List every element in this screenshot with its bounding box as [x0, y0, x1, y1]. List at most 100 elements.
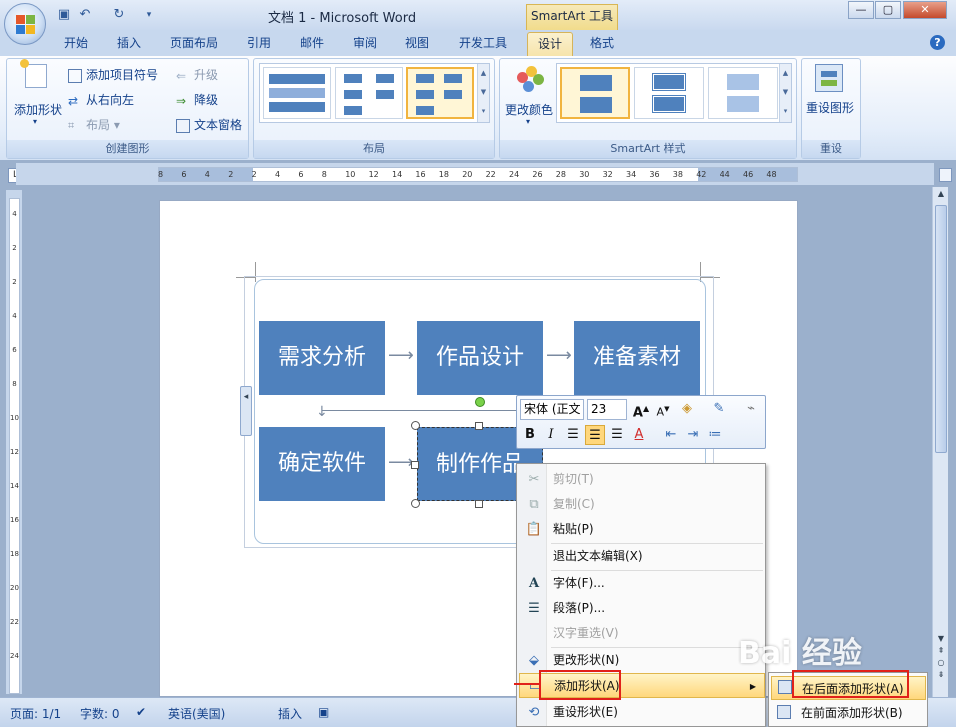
style-thumb-3[interactable]	[708, 67, 778, 119]
italic-icon[interactable]: I	[541, 425, 561, 445]
style-thumb-2[interactable]	[634, 67, 704, 119]
style-thumb-1-selected[interactable]	[560, 67, 630, 119]
ruler-number: 14	[392, 170, 403, 179]
grow-font-icon[interactable]: A▲	[631, 399, 651, 420]
add-shape-dropdown-icon[interactable]: ▾	[33, 117, 37, 126]
save-icon[interactable]: ▣	[55, 6, 73, 24]
scroll-up-icon[interactable]: ▲	[935, 189, 947, 203]
menu-item-paste[interactable]: 📋 粘贴(P)	[519, 517, 765, 542]
align-center-icon[interactable]: ☰	[585, 425, 605, 445]
layout-thumb-2[interactable]	[335, 67, 403, 119]
flow-arrow-icon: ⟶	[388, 452, 414, 473]
menu-item-copy[interactable]: ⧉ 复制(C)	[519, 492, 765, 517]
align-right-icon[interactable]: ☰	[607, 425, 627, 445]
insert-mode[interactable]: 插入	[278, 705, 302, 722]
layout-thumb-1[interactable]	[263, 67, 331, 119]
resize-handle[interactable]	[411, 499, 420, 508]
font-color-icon[interactable]: A	[629, 425, 649, 445]
bold-icon[interactable]: B	[520, 425, 540, 445]
shrink-font-icon[interactable]: A▼	[653, 399, 673, 419]
minimize-button[interactable]: —	[848, 1, 874, 19]
format-painter-icon[interactable]: ⌁	[741, 399, 761, 419]
layout-button[interactable]: ⌗ 布局 ▾	[68, 116, 120, 133]
ruler-number: 24	[509, 170, 520, 179]
resize-handle[interactable]	[475, 500, 483, 508]
redo-icon[interactable]: ↻	[110, 6, 128, 24]
ruler-number: 16	[10, 516, 19, 524]
tab-page-layout[interactable]: 页面布局	[160, 32, 228, 56]
fill-color-icon[interactable]: ◈	[677, 399, 697, 419]
ruler-number: 22	[10, 618, 19, 626]
language[interactable]: 英语(美国)	[168, 705, 225, 722]
proofing-icon[interactable]: ✔	[136, 705, 146, 719]
ruler-number: 28	[555, 170, 566, 179]
smartart-shape[interactable]: 作品设计	[417, 321, 543, 395]
reset-graphic-button[interactable]: 重设图形	[806, 99, 854, 116]
right-to-left-button[interactable]: ⇄ 从右向左	[68, 91, 134, 108]
menu-item-reconvert[interactable]: 汉字重选(V)	[519, 621, 765, 646]
add-bullet-button[interactable]: 添加项目符号	[68, 66, 158, 83]
font-size-field[interactable]: 23	[587, 399, 627, 420]
undo-icon[interactable]: ↶	[76, 6, 94, 24]
resize-handle[interactable]	[411, 461, 419, 469]
text-pane-button[interactable]: 文本窗格	[176, 116, 242, 133]
tab-developer[interactable]: 开发工具	[449, 32, 517, 56]
view-ruler-icon[interactable]	[939, 168, 952, 182]
decrease-indent-icon[interactable]: ⇤	[661, 425, 681, 445]
browse-nav-icons[interactable]: ▼ ⇞ ○ ⇟	[935, 633, 947, 681]
scrollbar-thumb[interactable]	[935, 205, 947, 453]
layout-thumb-3-selected[interactable]	[406, 67, 474, 119]
tab-review[interactable]: 审阅	[343, 32, 387, 56]
resize-handle[interactable]	[475, 422, 483, 430]
callout-box	[792, 670, 909, 698]
macro-record-icon[interactable]: ▣	[318, 705, 329, 719]
tab-insert[interactable]: 插入	[107, 32, 151, 56]
ruler-number: 20	[10, 584, 19, 592]
rotate-handle-icon[interactable]	[475, 397, 485, 407]
menu-item-reset-shape[interactable]: ⟲ 重设形状(E)	[519, 700, 765, 725]
smartart-shape[interactable]: 准备素材	[574, 321, 700, 395]
ruler-number: 12	[368, 170, 379, 179]
smartart-shape[interactable]: 需求分析	[259, 321, 385, 395]
tab-home[interactable]: 开始	[54, 32, 98, 56]
maximize-button[interactable]: ▢	[875, 1, 901, 19]
gallery-scroll-icon[interactable]: ▲ ▼ ▾	[477, 64, 489, 122]
tab-mailings[interactable]: 邮件	[290, 32, 334, 56]
ruler-numbers: 8 6 4 2 2 4 6 8 10 12 14 16 18 20 22 24 26 28 30 32 34 36 38 42…	[158, 169, 798, 181]
tab-view[interactable]: 视图	[395, 32, 439, 56]
add-shape-button[interactable]: 添加形状	[14, 101, 62, 118]
demote-button[interactable]: ⇒ 降级	[176, 91, 218, 108]
smartart-shape[interactable]: 确定软件	[259, 427, 385, 501]
tab-references[interactable]: 引用	[237, 32, 281, 56]
resize-handle[interactable]	[411, 421, 420, 430]
menu-item-font[interactable]: A 字体(F)...	[519, 571, 765, 596]
layouts-gallery[interactable]: ▲ ▼ ▾	[259, 63, 490, 123]
group-label: 布局	[254, 140, 494, 158]
smartart-styles-gallery[interactable]: ▲ ▼ ▾	[556, 63, 792, 123]
align-left-icon[interactable]: ☰	[563, 425, 583, 445]
customize-qat-icon[interactable]: ▾	[140, 6, 158, 24]
bullets-icon[interactable]: ≔	[705, 425, 725, 445]
gallery-scroll-icon[interactable]: ▲ ▼ ▾	[779, 64, 791, 122]
font-name-field[interactable]: 宋体 (正文	[520, 399, 584, 420]
change-colors-button[interactable]: 更改颜色	[505, 101, 553, 118]
tab-format[interactable]: 格式	[580, 32, 624, 56]
tab-design[interactable]: 设计	[527, 32, 574, 56]
change-colors-dropdown-icon[interactable]: ▾	[526, 117, 530, 126]
office-button[interactable]	[4, 3, 46, 45]
increase-indent-icon[interactable]: ⇥	[683, 425, 703, 445]
menu-item-paragraph[interactable]: ☰ 段落(P)...	[519, 596, 765, 621]
close-button[interactable]: ✕	[903, 1, 947, 19]
baidu-watermark: Bai 经验	[738, 636, 862, 671]
line-color-icon[interactable]: ✎	[709, 399, 729, 419]
word-count[interactable]: 字数: 0	[80, 705, 120, 722]
menu-item-add-shape-before[interactable]: 在前面添加形状(B)	[771, 701, 926, 725]
ruler-number: 2	[12, 278, 17, 286]
promote-button[interactable]: ⇐ 升级	[176, 66, 218, 83]
page-count[interactable]: 页面: 1/1	[10, 705, 61, 722]
vertical-scrollbar[interactable]: ▲ ▼ ⇞ ○ ⇟	[932, 187, 948, 697]
help-icon[interactable]: ?	[930, 35, 945, 50]
menu-item-cut[interactable]: ✂ 剪切(T)	[519, 467, 765, 492]
text-pane-toggle-icon[interactable]: ◂	[240, 386, 252, 436]
menu-item-exit-text-edit[interactable]: 退出文本编辑(X)	[519, 544, 765, 569]
